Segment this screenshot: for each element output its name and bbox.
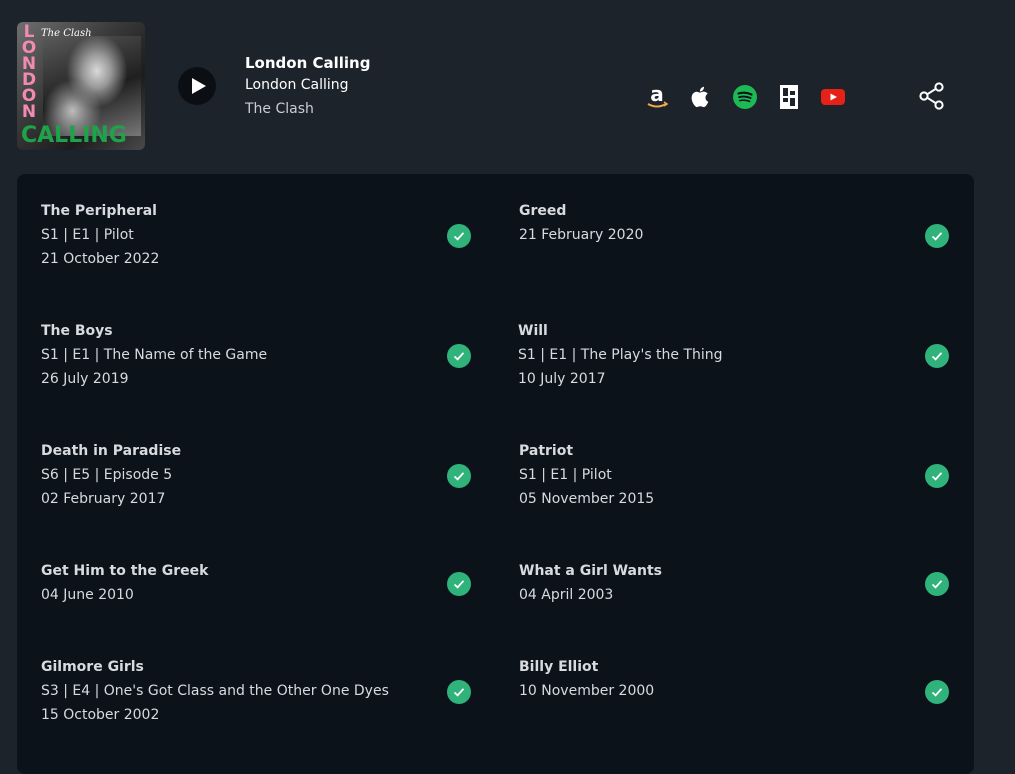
appearance-item[interactable]: The Peripheral S1 | E1 | Pilot 21 Octobe… [41, 199, 481, 271]
check-icon [931, 688, 943, 697]
appearance-title: Death in Paradise [41, 443, 182, 459]
svg-text:a: a [650, 84, 664, 106]
appearance-episode: S6 | E5 | Episode 5 [41, 467, 173, 483]
confirmed-check-button[interactable] [447, 224, 471, 248]
appearance-date: 04 April 2003 [519, 587, 614, 603]
appearances-panel: The Peripheral S1 | E1 | Pilot 21 Octobe… [17, 174, 974, 774]
appearance-item[interactable]: Will S1 | E1 | The Play's the Thing 10 J… [518, 319, 958, 391]
appearance-date: 21 October 2022 [41, 251, 160, 267]
check-icon [931, 232, 943, 241]
appearance-date: 10 November 2000 [519, 683, 655, 699]
track-title[interactable]: London Calling [245, 53, 370, 73]
appearance-item[interactable]: What a Girl Wants 04 April 2003 [519, 559, 959, 607]
track-info: London Calling London Calling The Clash [245, 53, 370, 121]
appearance-title: What a Girl Wants [519, 563, 662, 579]
share-icon [919, 82, 944, 110]
appearance-item[interactable]: Patriot S1 | E1 | Pilot 05 November 2015 [519, 439, 959, 511]
album-art-title-top: LONDON [21, 22, 37, 122]
confirmed-check-button[interactable] [925, 464, 949, 488]
album-photo [43, 36, 141, 136]
appearance-item[interactable]: Death in Paradise S6 | E5 | Episode 5 02… [41, 439, 481, 511]
check-icon [453, 232, 465, 241]
appearance-item[interactable]: Gilmore Girls S3 | E4 | One's Got Class … [41, 655, 481, 727]
apple-music-icon [691, 86, 709, 108]
album-art-band-text: The Clash [41, 28, 92, 39]
appearance-title: The Boys [41, 323, 113, 339]
appearance-episode: S1 | E1 | The Name of the Game [41, 347, 268, 363]
track-artist[interactable]: The Clash [245, 97, 370, 121]
appearance-title: Greed [519, 203, 567, 219]
deezer-link[interactable] [776, 84, 802, 110]
confirmed-check-button[interactable] [925, 344, 949, 368]
amazon-music-icon: a [647, 84, 669, 108]
check-icon [931, 352, 943, 361]
appearance-item[interactable]: The Boys S1 | E1 | The Name of the Game … [41, 319, 481, 391]
spotify-link[interactable] [732, 84, 758, 110]
check-icon [453, 352, 465, 361]
confirmed-check-button[interactable] [447, 680, 471, 704]
track-album[interactable]: London Calling [245, 73, 370, 97]
appearance-date: 05 November 2015 [519, 491, 655, 507]
appearance-title: Patriot [519, 443, 574, 459]
spotify-icon [733, 85, 757, 109]
youtube-icon [821, 89, 845, 105]
album-art: The Clash LONDON CALLING [17, 22, 145, 150]
appearance-title: Gilmore Girls [41, 659, 144, 675]
appearance-title: Billy Elliot [519, 659, 599, 675]
apple-music-link[interactable] [688, 84, 714, 110]
confirmed-check-button[interactable] [925, 224, 949, 248]
check-icon [931, 472, 943, 481]
confirmed-check-button[interactable] [447, 464, 471, 488]
streaming-services: a [644, 84, 864, 110]
appearance-date: 26 July 2019 [41, 371, 129, 387]
appearance-date: 04 June 2010 [41, 587, 134, 603]
amazon-music-link[interactable]: a [644, 84, 670, 110]
confirmed-check-button[interactable] [447, 572, 471, 596]
confirmed-check-button[interactable] [925, 680, 949, 704]
album-art-title-bottom: CALLING [21, 123, 127, 148]
confirmed-check-button[interactable] [925, 572, 949, 596]
confirmed-check-button[interactable] [447, 344, 471, 368]
appearance-title: Will [518, 323, 548, 339]
appearance-item[interactable]: Get Him to the Greek 04 June 2010 [41, 559, 481, 607]
appearance-date: 02 February 2017 [41, 491, 166, 507]
appearance-episode: S1 | E1 | Pilot [41, 227, 134, 243]
check-icon [453, 580, 465, 589]
play-icon [191, 78, 206, 94]
check-icon [931, 580, 943, 589]
appearance-date: 15 October 2002 [41, 707, 160, 723]
appearance-episode: S3 | E4 | One's Got Class and the Other … [41, 683, 389, 699]
track-header: The Clash LONDON CALLING London Calling … [0, 0, 1015, 174]
appearance-item[interactable]: Greed 21 February 2020 [519, 199, 959, 247]
appearance-date: 10 July 2017 [518, 371, 606, 387]
appearance-episode: S1 | E1 | Pilot [519, 467, 612, 483]
deezer-icon [780, 85, 798, 109]
appearance-title: The Peripheral [41, 203, 157, 219]
youtube-link[interactable] [820, 84, 846, 110]
appearance-date: 21 February 2020 [519, 227, 644, 243]
check-icon [453, 472, 465, 481]
appearance-item[interactable]: Billy Elliot 10 November 2000 [519, 655, 959, 703]
share-button[interactable] [917, 81, 947, 111]
play-button[interactable] [178, 67, 216, 105]
appearance-title: Get Him to the Greek [41, 563, 209, 579]
appearance-episode: S1 | E1 | The Play's the Thing [518, 347, 723, 363]
check-icon [453, 688, 465, 697]
